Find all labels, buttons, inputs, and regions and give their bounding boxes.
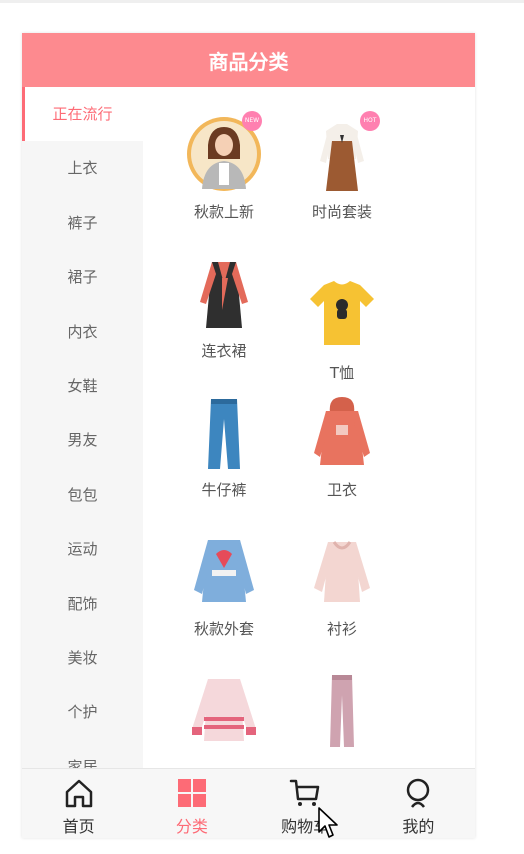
bottom-tab-bar: 首页 分类 购物车 我的 [22, 768, 475, 838]
mobile-app-frame: 商品分类 正在流行 上衣 裤子 裙子 内衣 女鞋 男友 包包 运动 配饰 美妆 … [22, 33, 475, 838]
product-label: 秋款外套 [193, 620, 254, 638]
sidebar-item-underwear[interactable]: 内衣 [22, 305, 143, 359]
product-item[interactable]: 秋款外套 [165, 528, 283, 667]
profile-icon [407, 778, 430, 808]
product-label: 衬衫 [326, 620, 357, 638]
category-grid-icon [177, 779, 206, 807]
sidebar-item-makeup[interactable]: 美妆 [22, 631, 143, 685]
home-icon [65, 779, 92, 808]
dress-icon [200, 262, 248, 328]
sidebar-item-boyfriend[interactable]: 男友 [22, 413, 143, 467]
cart-icon [289, 779, 320, 806]
product-content: NEW 秋款上新 HOT 时尚套装 连衣裙 T恤 牛仔裤 卫衣 秋款外套 衬衫 [143, 87, 475, 768]
sidebar-item-skirts[interactable]: 裙子 [22, 250, 143, 304]
sidebar-item-sports[interactable]: 运动 [22, 522, 143, 576]
product-label: 卫衣 [326, 481, 357, 499]
nav-header: 商品分类 [22, 33, 475, 87]
tab-profile[interactable]: 我的 [362, 769, 475, 838]
page-title: 商品分类 [208, 49, 289, 74]
jeans-icon [208, 399, 240, 469]
mouse-cursor-icon [318, 807, 338, 838]
denim-jacket-icon [194, 540, 254, 602]
product-item[interactable]: 卫衣 [283, 389, 401, 528]
sidebar-item-tops[interactable]: 上衣 [22, 141, 143, 195]
tab-label: 我的 [402, 817, 435, 836]
product-item[interactable]: NEW 秋款上新 [165, 111, 283, 250]
sidebar-item-accessories[interactable]: 配饰 [22, 577, 143, 631]
hot-badge: HOT [360, 111, 380, 131]
sidebar-item-womens-shoes[interactable]: 女鞋 [22, 359, 143, 413]
sidebar-item-bags[interactable]: 包包 [22, 468, 143, 522]
sidebar-item-personal-care[interactable]: 个护 [22, 685, 143, 739]
hoodie-icon [314, 397, 370, 465]
new-badge: NEW [242, 111, 262, 131]
blouse-icon [314, 541, 370, 602]
product-label: T恤 [329, 364, 355, 382]
sidebar-item-pants[interactable]: 裤子 [22, 196, 143, 250]
tab-home[interactable]: 首页 [22, 769, 135, 838]
sidebar-item-popular[interactable]: 正在流行 [22, 87, 143, 142]
product-item[interactable]: 衬衫 [283, 528, 401, 667]
trousers-icon [330, 675, 354, 747]
tab-label: 分类 [175, 817, 208, 836]
product-label: 秋款上新 [193, 203, 254, 221]
tab-label: 购物车 [281, 817, 330, 836]
product-label: 时尚套装 [311, 203, 372, 221]
tab-category[interactable]: 分类 [135, 769, 248, 838]
product-label: 连衣裙 [201, 342, 247, 360]
sweater-icon [192, 679, 256, 741]
product-item[interactable]: HOT 时尚套装 [283, 111, 401, 250]
sidebar-item-home[interactable]: 家居 [22, 740, 143, 768]
product-item[interactable] [165, 667, 283, 768]
tshirt-icon [310, 281, 374, 345]
product-label: 牛仔裤 [201, 481, 247, 499]
product-item[interactable]: T恤 [283, 250, 401, 389]
product-item[interactable]: 连衣裙 [165, 250, 283, 389]
category-sidebar[interactable]: 正在流行 上衣 裤子 裙子 内衣 女鞋 男友 包包 运动 配饰 美妆 个护 家居 [22, 87, 143, 768]
tab-cart[interactable]: 购物车 [249, 769, 362, 838]
page: 商品分类 正在流行 上衣 裤子 裙子 内衣 女鞋 男友 包包 运动 配饰 美妆 … [0, 0, 524, 854]
browser-top-strip [0, 0, 524, 3]
product-item[interactable] [283, 667, 401, 768]
tab-label: 首页 [62, 817, 95, 836]
product-item[interactable]: 牛仔裤 [165, 389, 283, 528]
product-grid: NEW 秋款上新 HOT 时尚套装 连衣裙 T恤 牛仔裤 卫衣 秋款外套 衬衫 [165, 111, 405, 768]
